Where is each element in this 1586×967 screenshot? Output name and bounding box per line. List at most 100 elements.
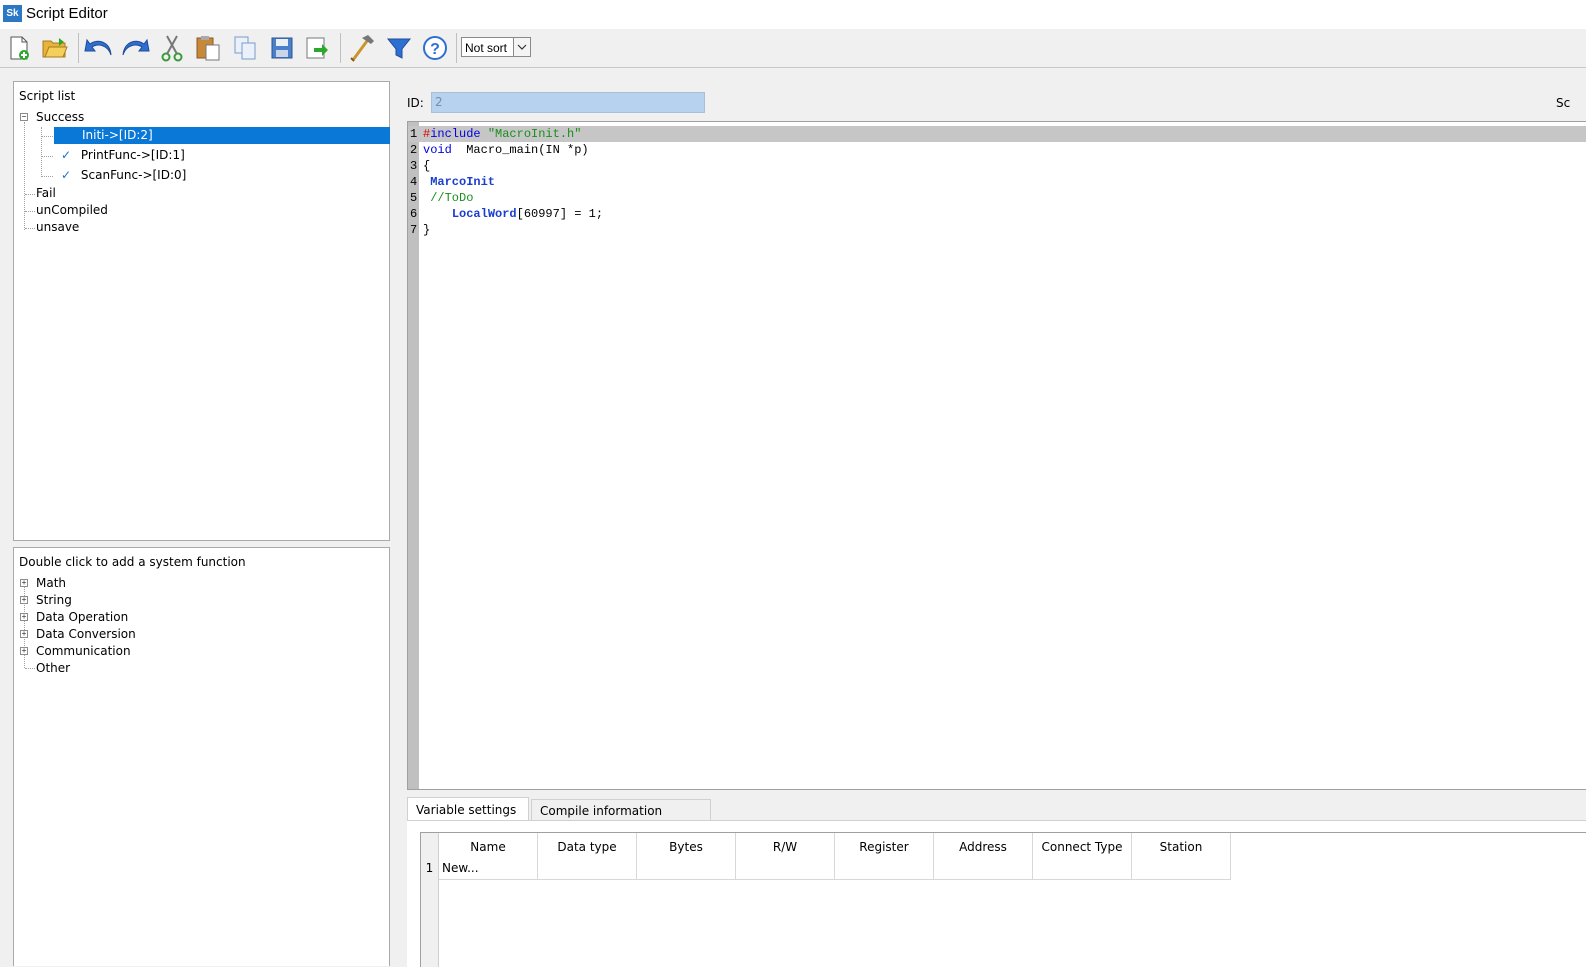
tab-compile-output[interactable]: Compile information output xyxy=(531,799,711,840)
script-item-initi[interactable]: Initi->[ID:2] xyxy=(54,127,390,144)
compile-hammer-icon[interactable] xyxy=(347,33,377,63)
column-header[interactable]: Data type xyxy=(538,833,637,858)
column-header[interactable]: Station xyxy=(1132,833,1231,858)
help-icon[interactable]: ? xyxy=(420,33,450,63)
system-function-title: Double click to add a system function xyxy=(19,555,246,569)
code-line[interactable]: 5 //ToDo xyxy=(408,190,1586,206)
toolbar: ? Not sort xyxy=(0,29,1586,68)
code-line[interactable]: 1 #include "MacroInit.h" xyxy=(408,126,1586,142)
function-category-math[interactable]: Math xyxy=(36,575,66,592)
chevron-down-icon[interactable] xyxy=(513,38,530,56)
code-token: LocalWord xyxy=(451,207,517,221)
code-token: include xyxy=(430,127,488,141)
window-title: Script Editor xyxy=(26,5,108,22)
code-text: } xyxy=(423,222,430,238)
svg-text:?: ? xyxy=(430,41,440,58)
table-cell[interactable] xyxy=(934,858,1033,880)
id-field[interactable]: 2 xyxy=(431,92,705,113)
column-header[interactable]: R/W xyxy=(736,833,835,858)
undo-icon[interactable] xyxy=(84,33,114,63)
function-category-string[interactable]: String xyxy=(36,592,72,609)
column-header[interactable]: Connect Type xyxy=(1033,833,1132,858)
code-token: void xyxy=(423,143,452,157)
check-icon: ✓ xyxy=(61,168,72,182)
line-number: 6 xyxy=(410,207,418,221)
sort-dropdown-value: Not sort xyxy=(465,41,508,55)
code-editor[interactable]: 1 #include "MacroInit.h" 2 void Macro_main(… xyxy=(407,121,1586,790)
code-line[interactable]: 3{ xyxy=(408,158,1586,174)
function-category-other[interactable]: Other xyxy=(36,660,70,677)
expand-communication-icon[interactable]: + xyxy=(20,647,28,655)
line-number: 3 xyxy=(410,159,418,173)
tree-group-uncompiled[interactable]: unCompiled xyxy=(36,202,108,219)
table-cell[interactable] xyxy=(736,858,835,880)
script-item-scanfunc[interactable]: ✓ ScanFunc->[ID:0] xyxy=(61,167,186,184)
tree-group-success[interactable]: Success xyxy=(36,109,84,126)
function-category-data-operation[interactable]: Data Operation xyxy=(36,609,128,626)
code-text: #include "MacroInit.h" xyxy=(423,126,581,142)
tree-group-fail[interactable]: Fail xyxy=(36,185,56,202)
script-item-label: ScanFunc->[ID:0] xyxy=(80,168,187,182)
code-token: //ToDo xyxy=(423,191,474,205)
column-header[interactable]: Name xyxy=(439,833,538,858)
code-token: MarcoInit xyxy=(423,175,496,189)
script-item-printfunc[interactable]: ✓ PrintFunc->[ID:1] xyxy=(61,147,185,164)
filter-icon[interactable] xyxy=(384,33,414,63)
code-line[interactable]: 2 void Macro_main(IN *p) xyxy=(408,142,1586,158)
script-item-label: Initi->[ID:2] xyxy=(82,128,153,142)
function-category-communication[interactable]: Communication xyxy=(36,643,131,660)
code-line[interactable]: 4 MarcoInit xyxy=(408,174,1586,190)
line-number: 4 xyxy=(410,175,418,189)
column-header[interactable]: Address xyxy=(934,833,1033,858)
code-token: } xyxy=(423,223,431,237)
code-text: void Macro_main(IN *p) xyxy=(423,142,589,158)
save-icon[interactable] xyxy=(267,33,297,63)
line-number: 5 xyxy=(410,191,418,205)
variables-table: 1 Name New... Data type Bytes R/W Register Add… xyxy=(420,832,1586,967)
copy-icon[interactable] xyxy=(230,33,260,63)
tab-variable-settings[interactable]: Variable settings xyxy=(407,797,529,821)
expand-math-icon[interactable]: + xyxy=(20,579,28,587)
table-cell[interactable]: New... xyxy=(439,858,538,880)
code-token: Macro_main(IN *p) xyxy=(451,143,589,157)
title-bar: Sk Script Editor xyxy=(0,0,1586,29)
expand-data-operation-icon[interactable]: + xyxy=(20,613,28,621)
code-token: "MacroInit.h" xyxy=(487,127,582,141)
code-text: LocalWord[60997] = 1; xyxy=(423,206,603,222)
new-file-icon[interactable] xyxy=(4,33,34,63)
app-icon: Sk xyxy=(3,5,22,22)
code-text: { xyxy=(423,158,430,174)
line-number: 2 xyxy=(410,143,418,157)
line-number: 1 xyxy=(410,127,418,141)
open-folder-icon[interactable] xyxy=(40,33,70,63)
code-text: //ToDo xyxy=(423,190,473,206)
cut-icon[interactable] xyxy=(157,33,187,63)
table-cell[interactable] xyxy=(538,858,637,880)
table-cell[interactable] xyxy=(835,858,934,880)
check-icon: ✓ xyxy=(61,148,72,162)
truncated-label: Sc xyxy=(1556,96,1571,110)
code-text: MarcoInit xyxy=(423,174,495,190)
code-line[interactable]: 7} xyxy=(408,222,1586,238)
expand-data-conversion-icon[interactable]: + xyxy=(20,630,28,638)
line-number: 7 xyxy=(410,223,418,237)
expand-string-icon[interactable]: + xyxy=(20,596,28,604)
tree-group-unsave[interactable]: unsave xyxy=(36,219,79,236)
script-list-panel: Script list − Success Initi->[ID:2] ✓ Pr… xyxy=(13,81,390,541)
redo-icon[interactable] xyxy=(120,33,150,63)
code-token: { xyxy=(423,159,431,173)
sort-dropdown[interactable]: Not sort xyxy=(461,37,531,57)
code-line[interactable]: 6 LocalWord[60997] = 1; xyxy=(408,206,1586,222)
table-cell[interactable] xyxy=(1132,858,1231,880)
paste-icon[interactable] xyxy=(193,33,223,63)
collapse-success-icon[interactable]: − xyxy=(20,113,28,121)
export-icon[interactable] xyxy=(302,33,332,63)
column-header[interactable]: Bytes xyxy=(637,833,736,858)
script-item-label: PrintFunc->[ID:1] xyxy=(80,148,185,162)
column-header[interactable]: Register xyxy=(835,833,934,858)
table-cell[interactable] xyxy=(637,858,736,880)
function-category-data-conversion[interactable]: Data Conversion xyxy=(36,626,136,643)
table-cell[interactable] xyxy=(1033,858,1132,880)
id-label: ID: xyxy=(407,96,424,110)
